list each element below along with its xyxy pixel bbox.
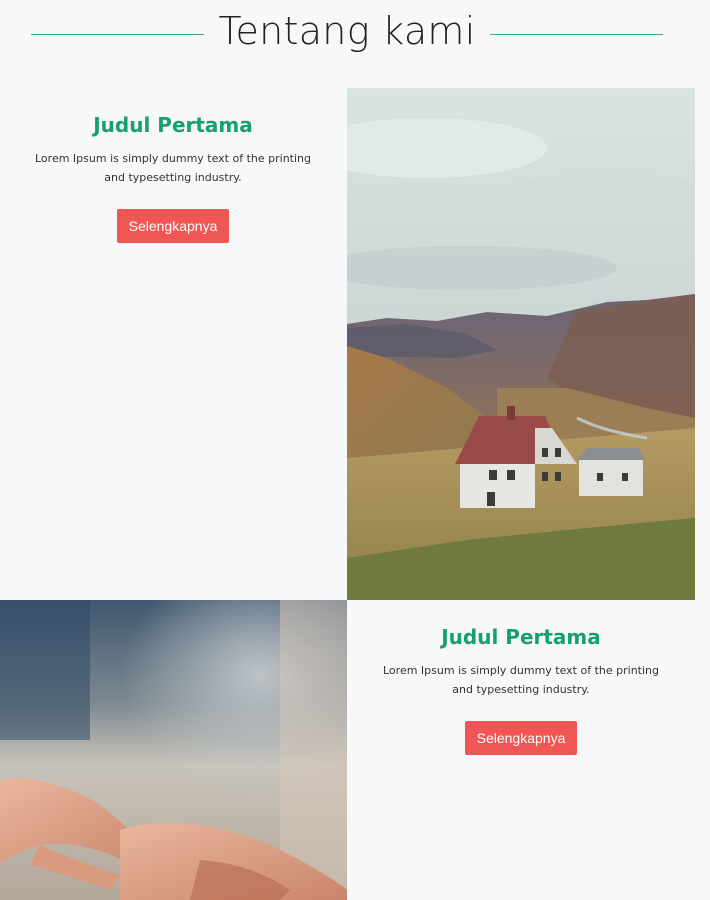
card-2-more-button[interactable]: Selengkapnya <box>464 721 578 755</box>
card-1-description: Lorem Ipsum is simply dummy text of the … <box>35 152 311 184</box>
card-2: Judul Pertama Lorem Ipsum is simply dumm… <box>347 600 695 900</box>
about-page: Tentang kami Judul Pertama Lorem Ipsum i… <box>0 0 710 900</box>
house-landscape-image <box>347 88 695 600</box>
card-1-title: Judul Pertama <box>93 113 253 137</box>
card-1: Judul Pertama Lorem Ipsum is simply dumm… <box>0 88 346 600</box>
header-divider-right <box>490 34 663 35</box>
section-header: Tentang kami <box>0 0 710 70</box>
card-1-more-button[interactable]: Selengkapnya <box>116 209 230 243</box>
typing-hands-image <box>0 600 347 900</box>
section-title: Tentang kami <box>218 9 476 53</box>
card-2-description: Lorem Ipsum is simply dummy text of the … <box>383 664 659 696</box>
card-2-title: Judul Pertama <box>441 625 601 649</box>
header-divider-left <box>31 34 204 35</box>
